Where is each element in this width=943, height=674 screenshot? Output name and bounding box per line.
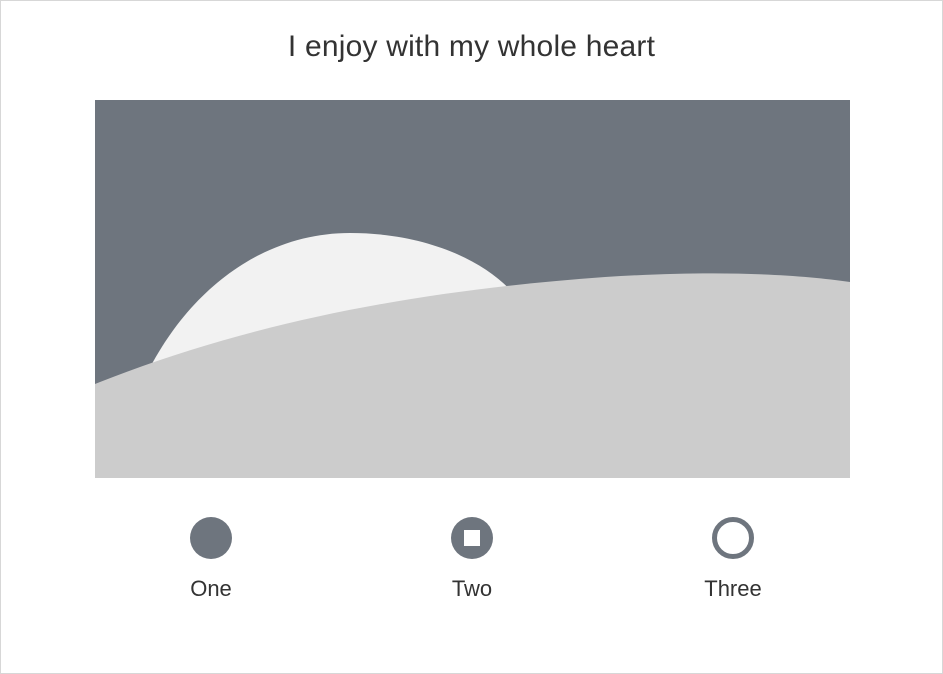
option-three-label: Three [704,576,762,601]
circle-with-square-icon [451,517,493,559]
landscape-placeholder-icon [95,100,850,478]
slide-frame: I enjoy with my whole heart One Two Thre… [0,0,943,674]
option-one[interactable]: One [151,516,271,616]
filled-circle-icon [190,517,232,559]
option-one-label: One [190,576,232,601]
ring-icon [712,517,754,559]
option-three[interactable]: Three [673,516,793,616]
hero-image [95,100,850,478]
page-title: I enjoy with my whole heart [287,30,656,63]
option-two[interactable]: Two [412,516,532,616]
option-two-label: Two [451,576,493,601]
